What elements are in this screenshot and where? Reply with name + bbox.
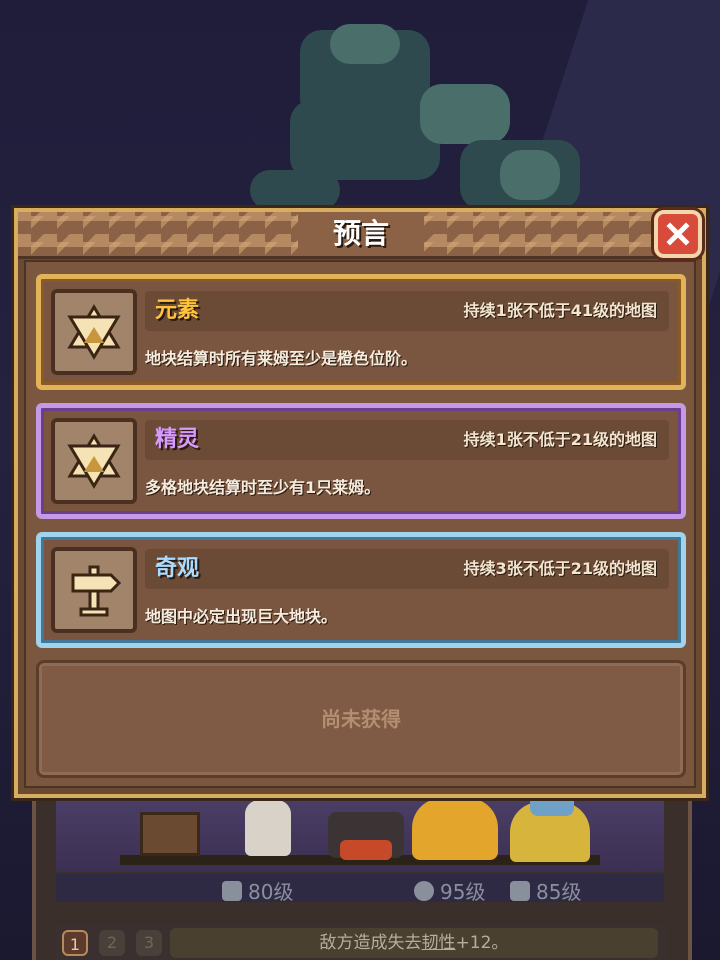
card-header: 元素 持续1张不低于41级的地图 xyxy=(145,291,669,331)
hint-after: +12。 xyxy=(455,933,509,953)
stat-key: 95级 xyxy=(414,876,485,905)
stat-label: 80级 xyxy=(248,880,294,904)
prophecy-name: 奇观 xyxy=(155,556,200,581)
card-header: 精灵 持续1张不低于21级的地图 xyxy=(145,420,669,460)
tree-foliage xyxy=(500,150,560,200)
fox-sprite xyxy=(412,798,498,860)
prophecy-card[interactable]: 元素 持续1张不低于41级的地图 地块结算时所有莱姆至少是橙色位阶。 xyxy=(36,274,686,390)
prophecy-name: 元素 xyxy=(155,298,200,323)
signpost-icon xyxy=(71,565,122,617)
boot-icon xyxy=(510,880,530,901)
tree-foliage xyxy=(420,84,510,144)
prophecy-condition: 持续1张不低于41级的地图 xyxy=(463,301,657,320)
card-header: 奇观 持续3张不低于21级的地图 xyxy=(145,549,669,589)
bunny-sprite xyxy=(245,800,291,856)
prophecy-description: 多格地块结算时至少有1只莱姆。 xyxy=(145,478,381,497)
stat-label: 85级 xyxy=(536,880,582,904)
hexagram-icon xyxy=(67,433,121,489)
tree-foliage xyxy=(290,100,440,180)
card-icon-frame xyxy=(51,418,137,504)
prophecy-description: 地图中必定出现巨大地块。 xyxy=(145,607,338,626)
prophecy-card[interactable]: 精灵 持续1张不低于21级的地图 多格地块结算时至少有1只莱姆。 xyxy=(36,403,686,519)
empty-slot-label: 尚未获得 xyxy=(321,707,401,731)
hint-keyword[interactable]: 韧性 xyxy=(422,933,456,953)
page-tab-2[interactable]: 2 xyxy=(99,930,125,956)
fire-sprite xyxy=(340,840,392,860)
page-tab-3[interactable]: 3 xyxy=(136,930,162,956)
page-tab-1[interactable]: 1 xyxy=(62,930,88,956)
card-icon-frame xyxy=(51,547,137,633)
crate-sprite xyxy=(140,812,200,856)
dialog-title: 预言 xyxy=(332,217,389,250)
key-icon xyxy=(414,880,434,901)
close-icon xyxy=(666,222,690,246)
prophecy-condition: 持续1张不低于21级的地图 xyxy=(463,430,657,449)
prophecy-name: 精灵 xyxy=(155,427,200,452)
stat-label: 95级 xyxy=(440,880,486,904)
card-icon-frame xyxy=(51,289,137,375)
dice-icon xyxy=(222,880,242,901)
tree-foliage xyxy=(330,24,400,64)
stat-dice: 80级 xyxy=(222,876,293,905)
prophecy-condition: 持续3张不低于21级的地图 xyxy=(463,559,657,578)
close-button[interactable] xyxy=(654,210,702,258)
hexagram-icon xyxy=(67,304,121,360)
hint-text: 敌方造成失去韧性+12。 xyxy=(170,928,658,958)
prophecy-card[interactable]: 奇观 持续3张不低于21级的地图 地图中必定出现巨大地块。 xyxy=(36,532,686,648)
stat-boot: 85级 xyxy=(510,876,581,905)
hint-before: 敌方造成失去 xyxy=(319,933,422,953)
prophecy-description: 地块结算时所有莱姆至少是橙色位阶。 xyxy=(145,349,418,368)
tree-foliage xyxy=(250,170,340,210)
